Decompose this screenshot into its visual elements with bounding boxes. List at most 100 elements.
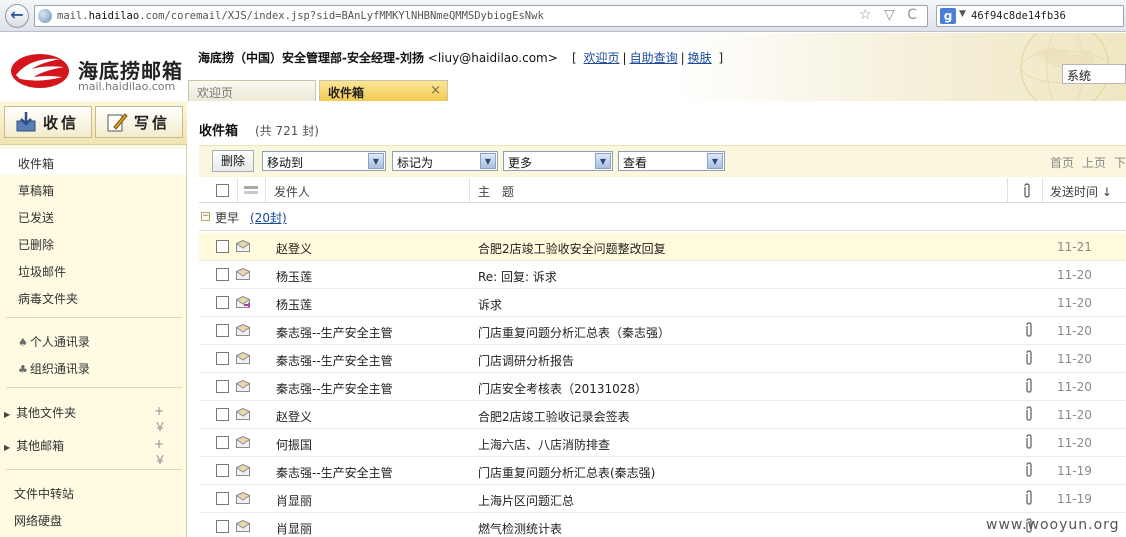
- table-row[interactable]: 杨玉莲 Re: 回复: 诉求 11-20: [199, 261, 1126, 289]
- row-checkbox[interactable]: [216, 268, 229, 281]
- change-skin-link[interactable]: 换肤: [688, 51, 712, 65]
- prev-page-link[interactable]: 上页: [1082, 156, 1106, 170]
- row-date: 11-20: [1057, 380, 1092, 394]
- sidebar-group-other-folders[interactable]: ▶ 其他文件夹: [4, 404, 76, 421]
- back-button[interactable]: ←: [5, 4, 29, 28]
- tab-inbox[interactable]: 收件箱 ×: [319, 80, 448, 102]
- row-subject[interactable]: 上海六店、八店消防排查: [478, 436, 610, 453]
- sidebar-item-inbox[interactable]: 收件箱: [0, 149, 186, 175]
- chevron-down-icon[interactable]: ▼: [707, 153, 723, 169]
- row-checkbox[interactable]: [216, 408, 229, 421]
- row-checkbox[interactable]: [216, 492, 229, 505]
- row-subject[interactable]: 上海片区问题汇总: [478, 492, 574, 509]
- system-select[interactable]: 系统: [1062, 64, 1126, 84]
- collapse-icon[interactable]: −: [201, 212, 210, 221]
- select-all-checkbox[interactable]: [216, 184, 229, 197]
- write-button[interactable]: 写信: [95, 106, 183, 138]
- inbox-download-icon: [16, 112, 36, 132]
- row-subject[interactable]: 合肥2店竣工验收安全问题整改回复: [478, 240, 666, 257]
- mark-as-select[interactable]: 标记为 ▼: [392, 151, 498, 171]
- table-row[interactable]: 秦志强--生产安全主管 门店重复问题分析汇总表（秦志强） 11-20: [199, 317, 1126, 345]
- row-checkbox[interactable]: [216, 240, 229, 253]
- row-subject[interactable]: Re: 回复: 诉求: [478, 268, 557, 285]
- chevron-down-icon[interactable]: ▼: [595, 153, 611, 169]
- chevron-down-icon[interactable]: ▼: [480, 153, 496, 169]
- receive-button[interactable]: 收信: [4, 106, 92, 138]
- sidebar-item-org-contacts[interactable]: ♣ 组织通讯录: [18, 360, 90, 377]
- row-sender[interactable]: 赵登义: [276, 408, 312, 425]
- search-engine-icon[interactable]: g: [940, 8, 956, 24]
- row-checkbox[interactable]: [216, 380, 229, 393]
- browser-search-box[interactable]: g ▼ 46f94c8de14fb36: [936, 5, 1124, 27]
- row-checkbox[interactable]: [216, 436, 229, 449]
- group-count-link[interactable]: (20封): [250, 209, 287, 226]
- link-separator: |: [680, 51, 685, 65]
- sidebar-item-net-disk[interactable]: 网络硬盘: [14, 512, 62, 529]
- column-header-sent-time[interactable]: 发送时间 ↓: [1050, 183, 1112, 200]
- row-sender[interactable]: 秦志强--生产安全主管: [276, 324, 393, 341]
- row-checkbox[interactable]: [216, 464, 229, 477]
- row-subject[interactable]: 合肥2店竣工验收记录会签表: [478, 408, 630, 425]
- row-checkbox[interactable]: [216, 324, 229, 337]
- row-sender[interactable]: 赵登义: [276, 240, 312, 257]
- move-to-select[interactable]: 移动到 ▼: [262, 151, 386, 171]
- row-sender[interactable]: 秦志强--生产安全主管: [276, 380, 393, 397]
- close-icon[interactable]: ×: [430, 83, 441, 98]
- row-sender[interactable]: 秦志强--生产安全主管: [276, 352, 393, 369]
- row-sender[interactable]: 杨玉莲: [276, 268, 312, 285]
- row-sender[interactable]: 秦志强--生产安全主管: [276, 464, 393, 481]
- paperclip-icon[interactable]: [1022, 183, 1032, 199]
- sidebar-item-sent[interactable]: 已发送: [18, 209, 54, 226]
- column-header-sender[interactable]: 发件人: [274, 183, 310, 200]
- row-sender[interactable]: 肖显丽: [276, 520, 312, 537]
- sidebar-divider: [6, 387, 182, 388]
- column-header-subject[interactable]: 主 题: [478, 183, 514, 200]
- row-checkbox[interactable]: [216, 296, 229, 309]
- next-page-link[interactable]: 下页: [1114, 156, 1126, 170]
- sidebar-item-drafts[interactable]: 草稿箱: [18, 182, 54, 199]
- table-row[interactable]: 秦志强--生产安全主管 门店调研分析报告 11-20: [199, 345, 1126, 373]
- table-row[interactable]: 赵登义 合肥2店竣工验收安全问题整改回复 11-21: [199, 233, 1126, 261]
- row-subject[interactable]: 门店安全考核表（20131028）: [478, 380, 647, 397]
- delete-button[interactable]: 删除: [212, 150, 254, 172]
- sidebar-item-deleted[interactable]: 已删除: [18, 236, 54, 253]
- row-checkbox[interactable]: [216, 352, 229, 365]
- sidebar-divider: [6, 317, 182, 318]
- row-subject[interactable]: 诉求: [478, 296, 502, 313]
- sidebar-item-personal-contacts[interactable]: ♠ 个人通讯录: [18, 333, 90, 350]
- welcome-link[interactable]: 欢迎页: [584, 51, 620, 65]
- view-select[interactable]: 查看 ▼: [618, 151, 725, 171]
- row-sender[interactable]: 肖显丽: [276, 492, 312, 509]
- mailbox-actions[interactable]: + ￥: [154, 437, 186, 468]
- row-subject[interactable]: 门店重复问题分析汇总表（秦志强）: [478, 324, 670, 341]
- first-page-link[interactable]: 首页: [1050, 156, 1074, 170]
- row-checkbox[interactable]: [216, 520, 229, 533]
- table-row[interactable]: 何振国 上海六店、八店消防排查 11-20: [199, 429, 1126, 457]
- row-sender[interactable]: 何振国: [276, 436, 312, 453]
- table-row[interactable]: 赵登义 合肥2店竣工验收记录会签表 11-20: [199, 401, 1126, 429]
- expand-arrow-icon[interactable]: ▶: [4, 443, 10, 452]
- compose-bar: 收信 写信: [0, 101, 187, 145]
- bracket-close: ]: [718, 51, 724, 65]
- address-bar[interactable]: mail.haidilao.com/coremail/XJS/index.jsp…: [34, 5, 928, 27]
- sidebar-group-other-mailboxes[interactable]: ▶ 其他邮箱: [4, 437, 64, 454]
- sidebar-item-file-transfer[interactable]: 文件中转站: [14, 485, 74, 502]
- expand-arrow-icon[interactable]: ▶: [4, 410, 10, 419]
- table-row[interactable]: 杨玉莲 诉求 11-20: [199, 289, 1126, 317]
- row-subject[interactable]: 门店重复问题分析汇总表(秦志强): [478, 464, 655, 481]
- row-subject[interactable]: 燃气检测统计表: [478, 520, 562, 537]
- bookmark-star-icon[interactable]: ☆ ▽ C: [859, 7, 921, 23]
- table-row[interactable]: 肖显丽 上海片区问题汇总 11-19: [199, 485, 1126, 513]
- table-row[interactable]: 秦志强--生产安全主管 门店安全考核表（20131028） 11-20: [199, 373, 1126, 401]
- chevron-down-icon[interactable]: ▼: [959, 9, 966, 19]
- self-service-link[interactable]: 自助查询: [630, 51, 678, 65]
- row-sender[interactable]: 杨玉莲: [276, 296, 312, 313]
- tab-welcome[interactable]: 欢迎页: [188, 80, 316, 102]
- row-subject[interactable]: 门店调研分析报告: [478, 352, 574, 369]
- chevron-down-icon[interactable]: ▼: [368, 153, 384, 169]
- more-select[interactable]: 更多 ▼: [503, 151, 613, 171]
- sidebar-item-junk[interactable]: 垃圾邮件: [18, 263, 66, 280]
- sidebar-item-virus[interactable]: 病毒文件夹: [18, 290, 78, 307]
- folder-actions[interactable]: + ￥: [154, 404, 186, 435]
- table-row[interactable]: 秦志强--生产安全主管 门店重复问题分析汇总表(秦志强) 11-19: [199, 457, 1126, 485]
